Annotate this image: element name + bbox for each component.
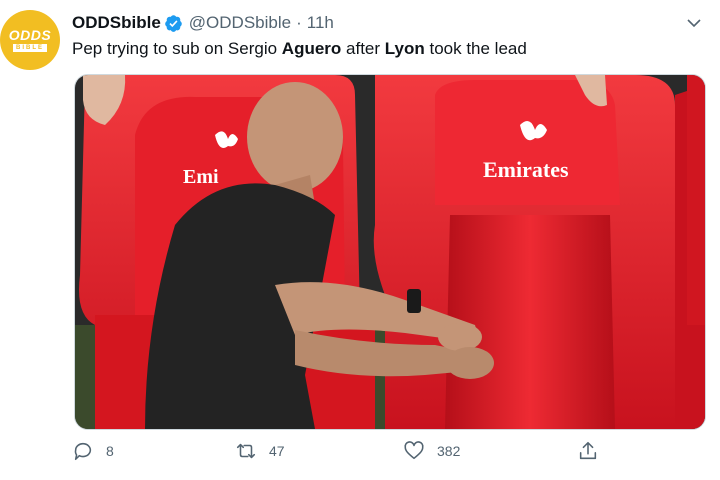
separator: ·: [296, 13, 302, 32]
verified-badge-icon: [164, 14, 182, 32]
tweet-text-part: took the lead: [424, 39, 527, 58]
tweet-text-part: after: [341, 39, 385, 58]
media-photo: Emirates Emi: [75, 75, 705, 429]
reply-icon: [74, 442, 92, 461]
handle[interactable]: @ODDSbible: [189, 13, 291, 33]
timestamp[interactable]: 11h: [307, 13, 334, 33]
retweet-button[interactable]: 47: [235, 440, 285, 462]
tweet: ODDS BIBLE ODDSbible @ODDSbible · 11h Pe…: [0, 0, 720, 480]
reply-count: 8: [106, 443, 114, 459]
avatar-logo-text: ODDS: [8, 27, 52, 43]
reply-button[interactable]: 8: [72, 440, 114, 462]
heart-icon: [404, 441, 424, 460]
like-button[interactable]: 382: [403, 440, 460, 462]
tweet-text-bold: Aguero: [281, 39, 342, 58]
avatar[interactable]: ODDS BIBLE: [0, 10, 60, 70]
action-bar: 8 47 382: [72, 440, 632, 472]
tweet-text-part: Pep trying to sub on Sergio: [72, 39, 282, 58]
like-count: 382: [437, 443, 461, 459]
chevron-down-icon[interactable]: [686, 15, 702, 31]
retweet-count: 47: [269, 443, 285, 459]
far-seat: [687, 75, 705, 325]
display-name[interactable]: ODDSbible: [72, 13, 161, 33]
share-icon: [579, 441, 597, 460]
retweet-icon: [236, 443, 256, 459]
tweet-header: ODDSbible @ODDSbible · 11h: [72, 11, 720, 35]
avatar-logo-subtext: BIBLE: [13, 44, 47, 52]
tweet-text: Pep trying to sub on Sergio Aguero after…: [72, 38, 710, 60]
share-button[interactable]: [577, 440, 611, 462]
emirates-logo-text: Emirates: [483, 157, 569, 182]
tweet-media[interactable]: Emirates Emi: [74, 74, 706, 430]
emirates-logo-text-partial: Emi: [183, 166, 219, 188]
tweet-text-bold: Lyon: [384, 39, 425, 58]
